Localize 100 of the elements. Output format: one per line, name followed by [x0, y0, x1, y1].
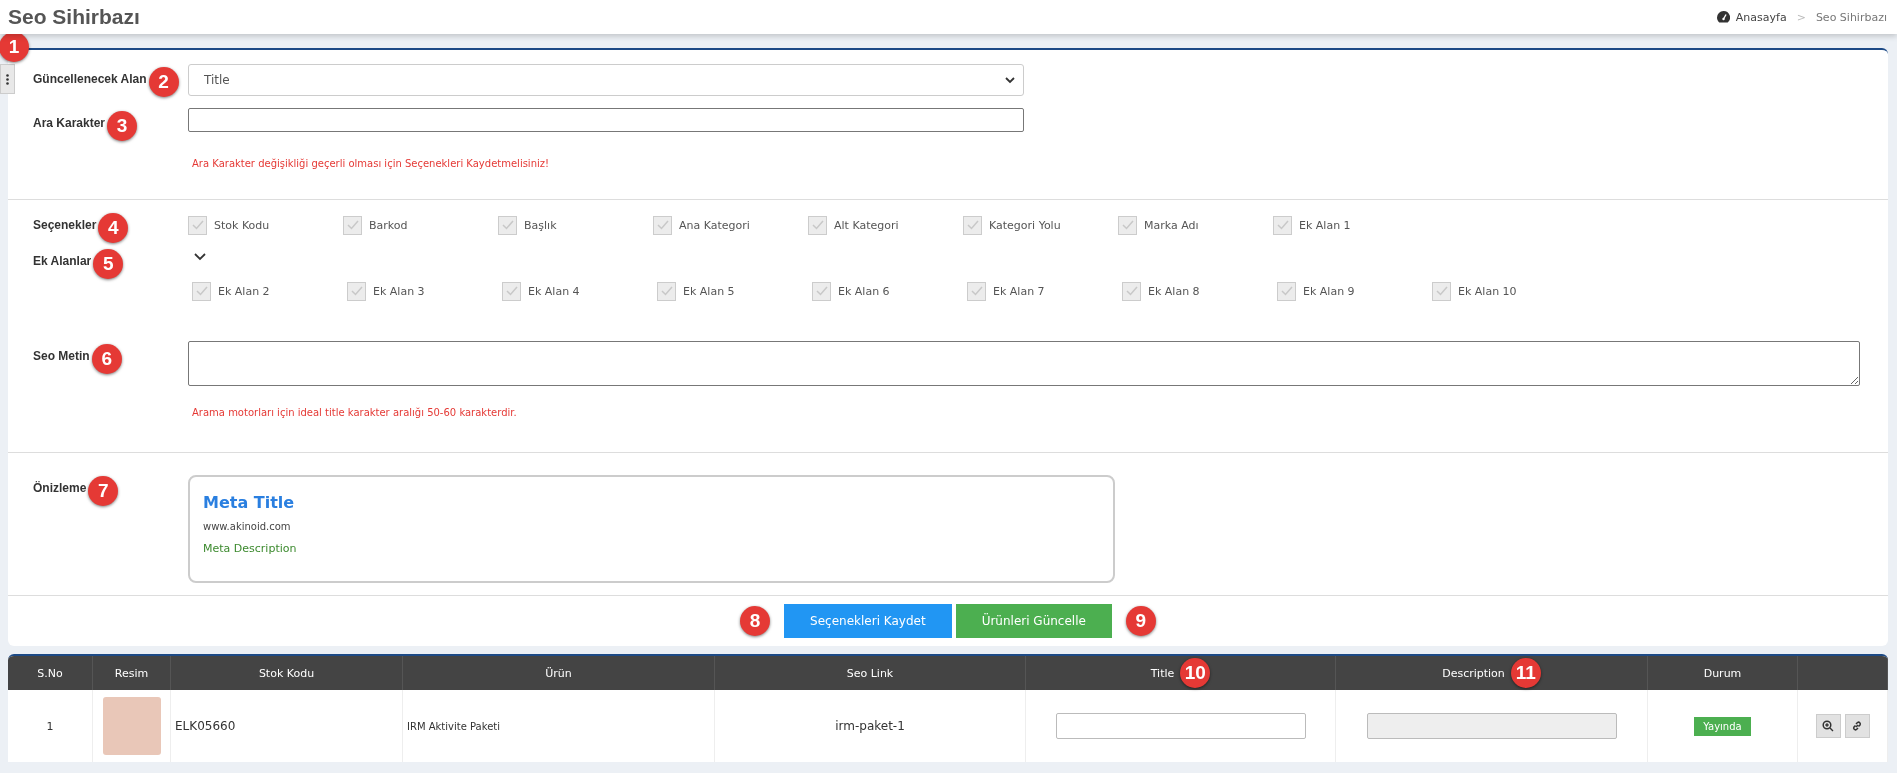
select-field[interactable]: Title — [188, 64, 1024, 96]
table-cell: irm-paket-1 — [835, 719, 905, 733]
checkbox[interactable] — [967, 281, 986, 301]
dashboard-icon — [1716, 11, 1730, 23]
input-field[interactable] — [1055, 713, 1306, 739]
chevron-down-icon[interactable] — [194, 253, 206, 261]
checkmark-icon — [656, 220, 669, 230]
checkmark-icon — [815, 286, 828, 296]
number-badge: 3 — [107, 111, 138, 141]
save-button[interactable]: Seçenekleri Kaydet — [784, 604, 952, 638]
checkbox-label: Ek Alan 7 — [993, 284, 1045, 298]
checkmark-icon — [1280, 286, 1293, 296]
number-badge: 7 — [88, 476, 119, 506]
column-header: Resim — [114, 666, 149, 680]
table-cell: IRM Aktivite Paketi — [407, 720, 500, 732]
checkmark-icon — [195, 286, 208, 296]
checkbox-label: Ek Alan 6 — [838, 284, 890, 298]
number-badge: 2 — [148, 67, 179, 97]
checkbox[interactable] — [812, 281, 831, 301]
meta-title: Meta Title — [203, 493, 296, 512]
warning-text: Ara Karakter değişikliği geçerli olması için Seçenekleri Kaydetmelisiniz! — [192, 158, 551, 169]
checkbox[interactable] — [343, 215, 362, 235]
checkmark-icon — [1276, 220, 1289, 230]
text-area[interactable] — [188, 341, 1860, 386]
checkbox-label: Ek Alan 5 — [683, 284, 735, 298]
number-badge: 11 — [1510, 658, 1541, 688]
checkmark-icon — [505, 286, 518, 296]
column-header: Durum — [1703, 666, 1742, 680]
checkbox[interactable] — [653, 215, 672, 235]
breadcrumb-separator: > — [1796, 10, 1806, 24]
checkbox-label: Alt Kategori — [834, 218, 899, 232]
checkbox[interactable] — [1432, 281, 1451, 301]
number-badge: 1 — [0, 32, 29, 62]
number-badge: 5 — [93, 249, 124, 279]
number-badge: 4 — [98, 213, 129, 243]
checkmark-icon — [1121, 220, 1134, 230]
checkbox[interactable] — [347, 281, 366, 301]
checkbox[interactable] — [1277, 281, 1296, 301]
checkmark-icon — [191, 220, 204, 230]
checkbox[interactable] — [963, 215, 982, 235]
checkbox[interactable] — [657, 281, 676, 301]
column-header: S.No — [37, 666, 63, 680]
kebab-menu-icon — [6, 73, 9, 85]
checkmark-icon — [970, 286, 983, 296]
checkmark-icon — [1435, 286, 1448, 296]
checkbox-label: Ek Alan 4 — [528, 284, 580, 298]
checkbox-label: Ek Alan 3 — [373, 284, 425, 298]
checkbox[interactable] — [1122, 281, 1141, 301]
checkmark-icon — [660, 286, 673, 296]
checkbox-label: Kategori Yolu — [989, 218, 1061, 232]
checkmark-icon — [350, 286, 363, 296]
update-button[interactable]: Ürünleri Güncelle — [955, 604, 1112, 638]
column-header: Title — [1150, 666, 1175, 680]
checkbox-label: Marka Adı — [1144, 218, 1199, 232]
number-badge: 10 — [1180, 658, 1211, 688]
number-badge: 6 — [91, 344, 122, 374]
input-field[interactable] — [188, 108, 1024, 132]
column-header: Description — [1442, 666, 1505, 680]
checkbox[interactable] — [1118, 215, 1137, 235]
zoom-in-icon — [1822, 720, 1834, 732]
checkmark-icon — [966, 220, 979, 230]
checkbox[interactable] — [498, 215, 517, 235]
page-title: Seo Sihirbazı — [8, 5, 140, 29]
checkbox[interactable] — [808, 215, 827, 235]
checkbox-label: Ek Alan 2 — [218, 284, 270, 298]
input-field[interactable] — [1366, 713, 1617, 739]
checkbox-label: Ek Alan 1 — [1299, 218, 1351, 232]
warning-text: Arama motorları için ideal title karakter aralığı 50-60 karakterdir. — [192, 407, 518, 418]
checkbox-label: Ek Alan 8 — [1148, 284, 1200, 298]
checkbox[interactable] — [188, 215, 207, 235]
field-label: Ara Karakter — [33, 116, 106, 130]
checkbox[interactable] — [502, 281, 521, 301]
field-label: Seçenekler — [33, 218, 97, 232]
number-badge: 8 — [740, 606, 771, 636]
meta-description: Meta Description — [203, 542, 298, 555]
link-button[interactable] — [1844, 714, 1870, 738]
checkbox-label: Stok Kodu — [214, 218, 270, 232]
breadcrumb-item[interactable]: Anasayfa — [1735, 10, 1787, 24]
number-badge: 9 — [1125, 606, 1156, 636]
checkmark-icon — [1125, 286, 1138, 296]
checkbox[interactable] — [1273, 215, 1292, 235]
field-label: Seo Metin — [33, 349, 90, 363]
column-header: Seo Link — [846, 666, 894, 680]
meta-url: www.akinoid.com — [203, 521, 292, 532]
field-label: Önizleme — [33, 481, 87, 495]
table-cell: ELK05660 — [175, 719, 236, 733]
checkmark-icon — [811, 220, 824, 230]
column-header: Ürün — [545, 666, 572, 680]
link-icon — [1851, 720, 1863, 732]
column-header: Stok Kodu — [258, 666, 315, 680]
checkbox[interactable] — [192, 281, 211, 301]
checkbox-label: Başlık — [524, 218, 557, 232]
checkbox-label: Ana Kategori — [679, 218, 750, 232]
checkmark-icon — [346, 220, 359, 230]
zoom-button[interactable] — [1815, 714, 1841, 738]
checkbox-label: Ek Alan 10 — [1458, 284, 1517, 298]
table-cell: 1 — [46, 719, 54, 733]
field-label: Ek Alanlar — [33, 254, 92, 268]
status-badge: Yayında — [1694, 716, 1751, 736]
checkbox-label: Barkod — [369, 218, 408, 232]
